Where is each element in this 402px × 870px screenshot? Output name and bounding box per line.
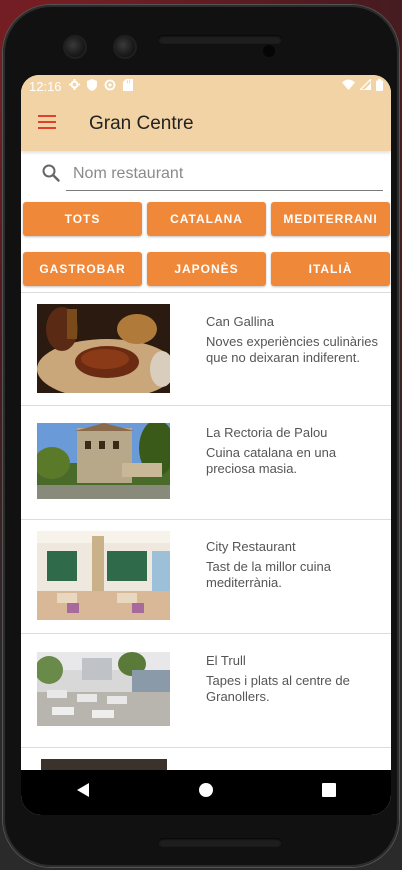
- list-item[interactable]: City Restaurant Tast de la millor cuina …: [21, 520, 391, 634]
- battery-icon: [376, 78, 383, 94]
- status-bar: 12:16: [21, 75, 391, 97]
- page-title: Gran Centre: [89, 113, 194, 134]
- restaurant-photo: [37, 531, 170, 620]
- list-item[interactable]: El Trull Tapes i plats al centre de Gran…: [21, 634, 391, 748]
- bottom-speaker: [158, 838, 282, 847]
- wifi-icon: [342, 79, 355, 93]
- home-icon: [198, 782, 214, 803]
- filter-gastrobar-button[interactable]: GASTROBAR: [23, 252, 142, 286]
- shield-icon: [86, 78, 97, 94]
- list-item[interactable]: Can Gallina Noves experiències culinàrie…: [21, 292, 391, 406]
- sd-card-icon: [122, 78, 133, 94]
- app-screen: 12:16 Gran Centre Nom restaurant TOTS CA…: [21, 75, 391, 815]
- filter-catalana-button[interactable]: CATALANA: [147, 202, 266, 236]
- back-button[interactable]: [53, 770, 113, 815]
- earpiece-speaker: [158, 35, 282, 44]
- filter-japones-button[interactable]: JAPONÈS: [147, 252, 266, 286]
- restaurant-name: El Trull: [206, 653, 246, 668]
- system-nav-bar: [21, 770, 391, 815]
- gear-icon: [68, 79, 80, 93]
- restaurant-list: Can Gallina Noves experiències culinàrie…: [21, 292, 391, 779]
- proximity-sensor: [263, 45, 275, 57]
- app-bar: Gran Centre: [21, 97, 391, 151]
- back-icon: [76, 782, 90, 803]
- restaurant-description: Tapes i plats al centre de Granollers.: [206, 673, 350, 704]
- filter-row-1: TOTS CATALANA MEDITERRANI: [21, 202, 391, 236]
- filter-mediterrani-button[interactable]: MEDITERRANI: [271, 202, 390, 236]
- recents-button[interactable]: [299, 770, 359, 815]
- restaurant-description: Noves experiències culinàries que no dei…: [206, 334, 378, 365]
- filter-italia-button[interactable]: ITALIÀ: [271, 252, 390, 286]
- front-camera-2: [115, 37, 135, 57]
- restaurant-info: City Restaurant Tast de la millor cuina …: [206, 539, 388, 591]
- restaurant-description: Tast de la millor cuina mediterrània.: [206, 559, 331, 590]
- search-icon: [41, 163, 61, 183]
- restaurant-name: City Restaurant: [206, 539, 296, 554]
- status-time: 12:16: [29, 78, 62, 94]
- restaurant-info: La Rectoria de Palou Cuina catalana en u…: [206, 425, 388, 477]
- restaurant-photo: [37, 652, 170, 726]
- restaurant-name: Can Gallina: [206, 314, 274, 329]
- signal-icon: [358, 77, 372, 93]
- home-button[interactable]: [176, 770, 236, 815]
- restaurant-photo: [37, 304, 170, 393]
- front-camera: [65, 37, 85, 57]
- filter-tots-button[interactable]: TOTS: [23, 202, 142, 236]
- search-bar: [21, 153, 391, 195]
- restaurant-info: El Trull Tapes i plats al centre de Gran…: [206, 653, 388, 705]
- search-input[interactable]: [66, 157, 383, 191]
- restaurant-photo: [37, 423, 170, 499]
- list-item[interactable]: La Rectoria de Palou Cuina catalana en u…: [21, 406, 391, 520]
- recents-icon: [322, 783, 337, 802]
- phone-frame: 12:16 Gran Centre Nom restaurant TOTS CA…: [3, 5, 399, 867]
- hamburger-menu-icon: [38, 114, 58, 135]
- restaurant-name: La Rectoria de Palou: [206, 425, 328, 440]
- filter-row-2: GASTROBAR JAPONÈS ITALIÀ: [21, 252, 391, 286]
- restaurant-description: Cuina catalana en una preciosa masia.: [206, 445, 337, 476]
- menu-button[interactable]: [21, 97, 75, 151]
- restaurant-info: Can Gallina Noves experiències culinàrie…: [206, 314, 388, 366]
- sync-icon: [104, 79, 116, 94]
